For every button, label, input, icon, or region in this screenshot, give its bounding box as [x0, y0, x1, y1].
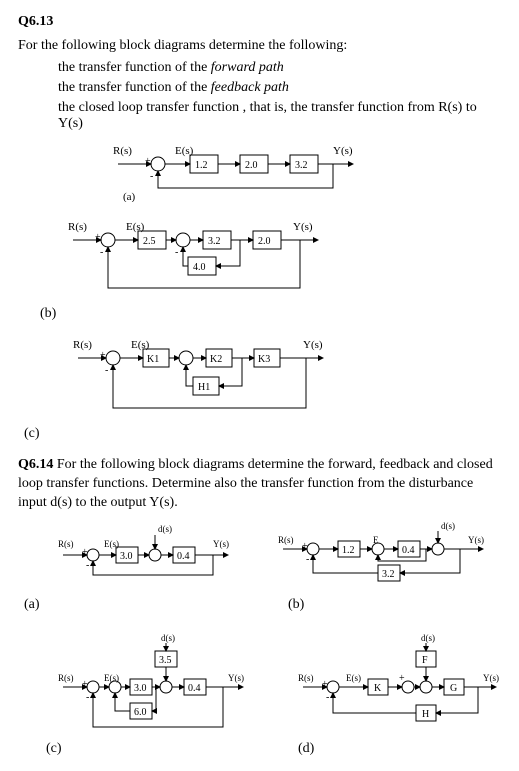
svg-text:-: - — [105, 365, 108, 376]
bullet-1: the transfer function of the forward pat… — [58, 60, 501, 76]
part-c-label: (c) — [46, 741, 268, 757]
svg-text:Y(s): Y(s) — [483, 673, 499, 683]
q614-diagram-c: d(s) R(s) E(s) Y(s) 3.5 + - 3.0 0.4 — [18, 631, 268, 757]
q613-intro: For the following block diagrams determi… — [18, 38, 501, 54]
bullet-3: the closed loop transfer function , that… — [58, 100, 501, 132]
svg-text:3.2: 3.2 — [382, 569, 395, 580]
svg-text:-: - — [86, 560, 89, 571]
svg-text:Y(s): Y(s) — [468, 535, 484, 545]
svg-text:+: + — [82, 679, 88, 690]
part-b-label: (b) — [288, 597, 498, 613]
q613-number: Q6.13 — [18, 14, 501, 30]
svg-text:+: + — [302, 541, 308, 552]
label-R: R(s) — [73, 339, 92, 351]
svg-text:R(s): R(s) — [58, 673, 74, 683]
svg-text:-: - — [326, 692, 329, 703]
svg-text:d(s): d(s) — [158, 524, 172, 534]
svg-text:d(s): d(s) — [441, 521, 455, 531]
q614-row-cd: d(s) R(s) E(s) Y(s) 3.5 + - 3.0 0.4 — [18, 631, 501, 757]
block-a2: 2.0 — [245, 160, 258, 171]
q614-diagram-a: R(s) E(s) d(s) Y(s) + - 3.0 0.4 (a) — [18, 517, 248, 613]
svg-text:0.4: 0.4 — [188, 683, 201, 694]
part-c-label: (c) — [24, 426, 501, 442]
svg-text:-: - — [306, 554, 309, 565]
block-a1: 1.2 — [195, 160, 208, 171]
label-Y: Y(s) — [293, 221, 313, 233]
svg-text:R(s): R(s) — [58, 539, 74, 549]
part-a-label: (a) — [24, 597, 248, 613]
svg-text:R(s): R(s) — [278, 535, 294, 545]
bullet-2: the transfer function of the feedback pa… — [58, 80, 501, 96]
svg-text:+: + — [95, 232, 101, 243]
svg-text:d(s): d(s) — [161, 633, 175, 643]
svg-text:-: - — [86, 692, 89, 703]
svg-text:6.0: 6.0 — [134, 707, 147, 718]
svg-text:0.4: 0.4 — [402, 545, 415, 556]
svg-text:Y(s): Y(s) — [228, 673, 244, 683]
q613-diagram-c: R(s) E(s) Y(s) + - K1 K2 K3 H1 (c) — [18, 336, 501, 442]
part-b-label: (b) — [40, 306, 501, 322]
q614-diagram-b: R(s) E d(s) Y(s) + - 1.2 0.4 3.2 — [248, 517, 498, 613]
block-c-k2: K2 — [210, 354, 222, 365]
part-d-label: (d) — [298, 741, 508, 757]
svg-text:+: + — [82, 547, 88, 558]
part-a-label: (a) — [123, 191, 136, 202]
svg-text:3.0: 3.0 — [120, 551, 133, 562]
svg-text:+: + — [145, 156, 151, 167]
block-c-k1: K1 — [147, 354, 159, 365]
svg-text:-: - — [150, 171, 153, 182]
block-a3: 3.2 — [295, 160, 308, 171]
svg-text:+: + — [322, 679, 328, 690]
label-R: R(s) — [113, 145, 132, 157]
label-Y: Y(s) — [303, 339, 323, 351]
q613-bullets: the transfer function of the forward pat… — [58, 60, 501, 132]
q613-diagram-a: R(s) E(s) Y(s) + - 1.2 2.0 3.2 (a) — [18, 142, 501, 202]
svg-text:H: H — [422, 709, 429, 720]
block-b3: 2.0 — [258, 236, 271, 247]
block-b1: 2.5 — [143, 236, 156, 247]
svg-text:G: G — [450, 683, 457, 694]
block-b2: 3.2 — [208, 236, 221, 247]
q614-text: Q6.14 For the following block diagrams d… — [18, 456, 501, 513]
svg-text:+: + — [100, 350, 106, 361]
label-Y: Y(s) — [333, 145, 353, 157]
q614-diagram-d: d(s) R(s) E(s) Y(s) F + - K + G — [268, 631, 508, 757]
svg-text:0.4: 0.4 — [177, 551, 190, 562]
svg-text:E(s): E(s) — [346, 673, 361, 683]
svg-text:F: F — [422, 655, 428, 666]
svg-text:3.5: 3.5 — [159, 655, 172, 666]
block-c-k3: K3 — [258, 354, 270, 365]
svg-text:-: - — [100, 247, 103, 258]
svg-text:Y(s): Y(s) — [213, 539, 229, 549]
svg-text:3.0: 3.0 — [134, 683, 147, 694]
svg-text:K: K — [374, 683, 382, 694]
q614-row-ab: R(s) E(s) d(s) Y(s) + - 3.0 0.4 (a) R(s)… — [18, 517, 501, 613]
q613-diagram-b: R(s) E(s) Y(s) + - 2.5 - 3.2 2.0 4.0 (b) — [18, 216, 501, 322]
svg-text:-: - — [175, 247, 178, 258]
label-R: R(s) — [68, 221, 87, 233]
svg-text:R(s): R(s) — [298, 673, 314, 683]
svg-text:d(s): d(s) — [421, 633, 435, 643]
block-b4: 4.0 — [193, 262, 206, 273]
svg-text:+: + — [399, 673, 405, 684]
block-c-h1: H1 — [198, 382, 210, 393]
svg-text:1.2: 1.2 — [342, 545, 355, 556]
